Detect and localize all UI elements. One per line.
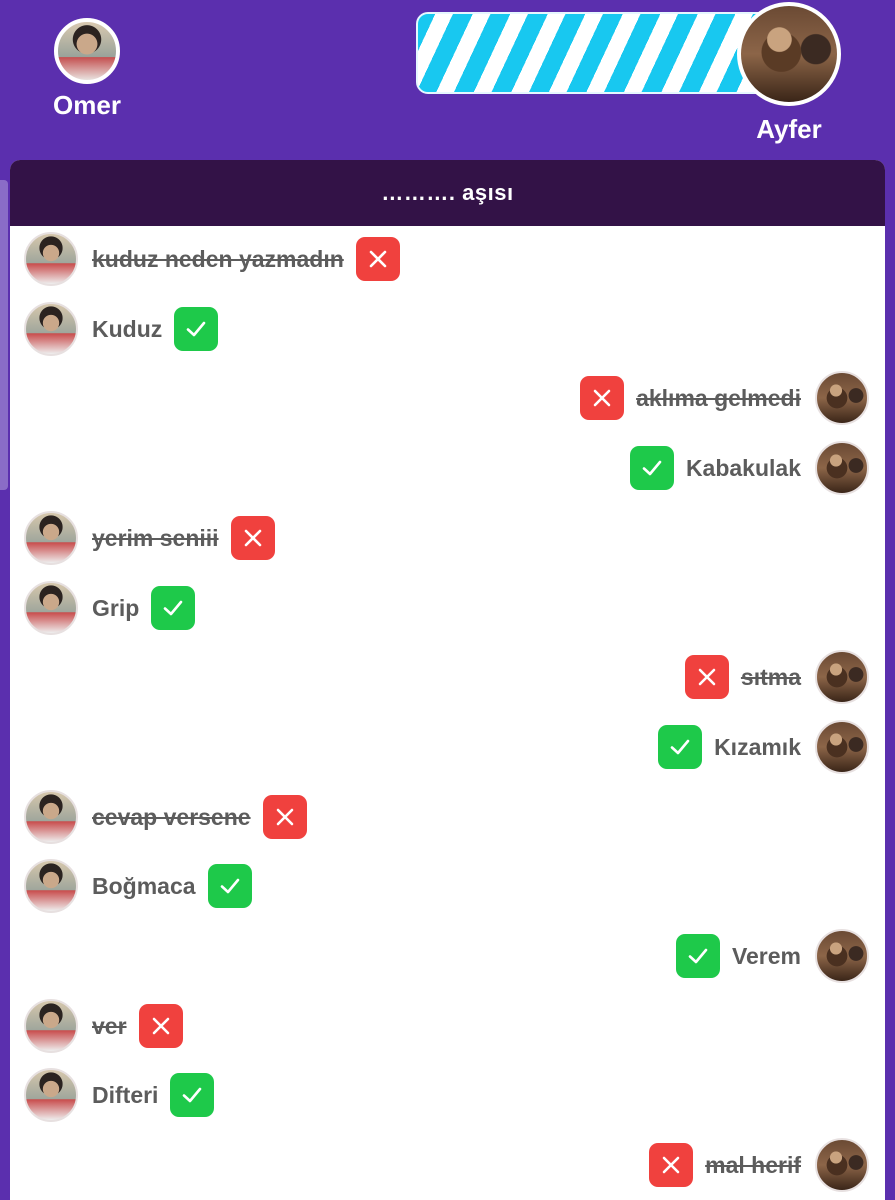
answer-text: Difteri (92, 1081, 159, 1108)
answer-text: Grip (92, 594, 140, 621)
avatar (737, 2, 841, 106)
wrong-answer-icon (355, 237, 400, 281)
avatar (815, 371, 869, 425)
avatar (24, 999, 78, 1053)
message-row: Verem (675, 929, 869, 983)
message-row: kuduz neden yazmadın (24, 232, 400, 286)
avatar (24, 859, 78, 913)
avatar (815, 1138, 869, 1192)
avatar (24, 511, 78, 565)
answer-text: aklıma gelmedi (636, 384, 801, 411)
answer-text: yerim seniii (92, 524, 219, 551)
message-row: Grip (24, 581, 196, 635)
correct-answer-icon (658, 725, 703, 769)
message-row: Boğmaca (24, 859, 252, 913)
wrong-answer-icon (649, 1143, 694, 1187)
avatar (815, 929, 869, 983)
message-row: Kızamık (658, 720, 869, 774)
avatar (24, 302, 78, 356)
answer-text: Verem (731, 942, 801, 969)
answer-text: kuduz neden yazmadın (92, 245, 344, 272)
correct-answer-icon (207, 864, 252, 908)
category-title: ………. aşısı (10, 160, 885, 226)
message-row: aklıma gelmedi (580, 371, 869, 425)
player-name: Omer (53, 90, 121, 120)
wrong-answer-icon (580, 376, 625, 420)
message-row: cevap versene (24, 790, 307, 844)
wrong-answer-icon (138, 1004, 183, 1048)
answer-text: Kızamık (714, 733, 801, 760)
correct-answer-icon (629, 446, 674, 490)
message-row: Kuduz (24, 302, 219, 356)
wrong-answer-icon (230, 516, 275, 560)
message-row: Kabakulak (629, 441, 869, 495)
avatar (815, 441, 869, 495)
correct-answer-icon (174, 307, 219, 351)
avatar (24, 790, 78, 844)
correct-answer-icon (151, 586, 196, 630)
message-row: ver (24, 999, 183, 1053)
avatar (24, 581, 78, 635)
message-row: sıtma (684, 650, 869, 704)
avatar (815, 650, 869, 704)
correct-answer-icon (170, 1073, 215, 1117)
answer-text: mal herif (705, 1151, 801, 1178)
message-row: mal herif (649, 1138, 869, 1192)
avatar (815, 720, 869, 774)
scroll-indicator[interactable] (0, 180, 8, 490)
wrong-answer-icon (262, 795, 307, 839)
answer-text: cevap versene (92, 803, 251, 830)
avatar (24, 1068, 78, 1122)
answers-panel[interactable]: ………. aşısı kuduz neden yazmadın Kuduz aklı… (10, 160, 885, 1200)
player-name: Ayfer (756, 114, 822, 144)
answer-text: sıtma (740, 663, 801, 690)
wrong-answer-icon (684, 655, 729, 699)
avatar (54, 18, 120, 84)
answer-text: ver (92, 1012, 127, 1039)
answer-text: Boğmaca (92, 872, 196, 899)
answer-text: Kabakulak (685, 454, 801, 481)
answer-text: Kuduz (92, 315, 163, 342)
timer-progress-bar (416, 12, 776, 94)
message-row: Difteri (24, 1068, 215, 1122)
player-ayfer: Ayfer (736, 2, 842, 145)
correct-answer-icon (675, 934, 720, 978)
message-row: yerim seniii (24, 511, 275, 565)
player-omer: Omer (52, 18, 122, 121)
avatar (24, 232, 78, 286)
